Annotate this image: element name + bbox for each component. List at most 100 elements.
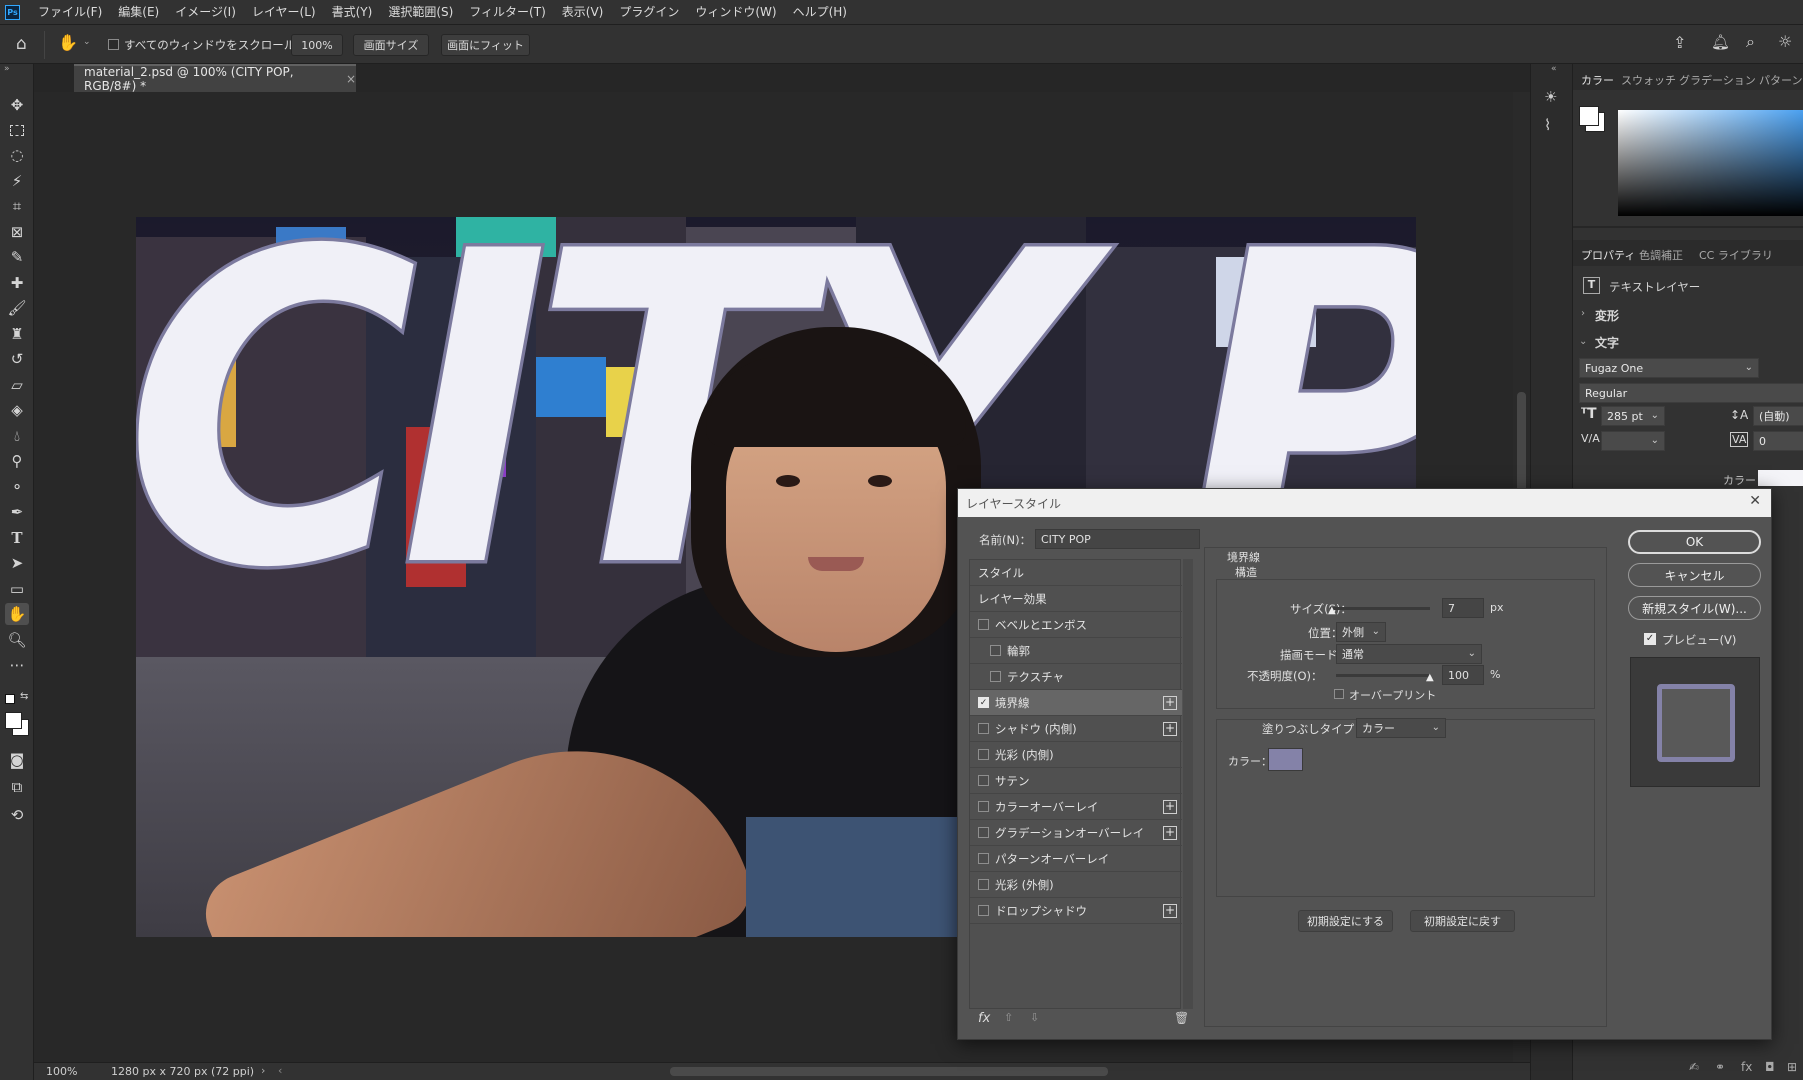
style-list-item[interactable]: 輪郭 (970, 638, 1182, 664)
style-list-item[interactable]: テクスチャ (970, 664, 1182, 690)
generative-fill-icon[interactable]: ⟲ (5, 804, 29, 826)
style-list-item[interactable]: 光彩 (内側) (970, 742, 1182, 768)
search-icon[interactable]: ⌕ (1746, 32, 1755, 52)
tool-preset-chevron-down-icon[interactable]: ⌄ (83, 37, 91, 47)
bell-icon[interactable]: 🔔︎ (1711, 33, 1730, 51)
add-effect-plus-icon[interactable]: + (1163, 799, 1177, 814)
style-checkbox[interactable] (978, 723, 989, 734)
clone-stamp-tool-icon[interactable]: ♜ (5, 323, 29, 345)
font-size-field[interactable]: 285 pt ⌄ (1601, 406, 1665, 426)
reset-to-default-button[interactable]: 初期設定に戻す (1410, 910, 1515, 932)
style-list-item[interactable]: カラーオーバーレイ + (970, 794, 1182, 820)
menu-window[interactable]: ウィンドウ(W) (687, 0, 784, 24)
opacity-input[interactable]: 100 (1442, 665, 1484, 685)
fit-screen-button[interactable]: 画面にフィット (441, 34, 530, 56)
adjust-panel-icon[interactable]: ☀︎ (1544, 88, 1557, 106)
add-effect-plus-icon[interactable]: + (1163, 721, 1177, 736)
style-list-item[interactable]: サテン (970, 768, 1182, 794)
dialog-close-icon[interactable]: ✕ (1749, 493, 1761, 509)
text-color-swatch[interactable] (1758, 470, 1803, 486)
vertical-scroll-thumb[interactable] (1517, 392, 1526, 492)
style-list-item[interactable]: ベベルとエンボス (970, 612, 1182, 638)
cancel-button[interactable]: キャンセル (1628, 563, 1761, 587)
eyedropper-tool-icon[interactable]: ✎ (5, 246, 29, 268)
tracking-field[interactable]: 0 (1753, 431, 1803, 451)
fill-type-select[interactable]: カラー ⌄ (1356, 718, 1446, 738)
style-checkbox[interactable] (978, 775, 989, 786)
tab-color[interactable]: カラー (1581, 72, 1614, 88)
menu-image[interactable]: イメージ(I) (167, 0, 244, 24)
style-list-item[interactable]: ✓ 境界線 + (970, 690, 1182, 716)
font-family-select[interactable]: Fugaz One ⌄ (1579, 358, 1759, 378)
menu-type[interactable]: 書式(Y) (324, 0, 381, 24)
sponge-tool-icon[interactable]: ⚬ (5, 476, 29, 498)
style-checkbox[interactable] (978, 853, 989, 864)
style-list-item[interactable]: スタイル (970, 560, 1182, 586)
quick-mask-icon[interactable]: ◙ (5, 749, 29, 771)
style-list-item[interactable]: グラデーションオーバーレイ + (970, 820, 1182, 846)
brush-icon[interactable]: ✍ (1689, 1060, 1699, 1074)
overprint-checkbox[interactable] (1334, 689, 1344, 699)
add-effect-plus-icon[interactable]: + (1163, 825, 1177, 840)
mask-icon[interactable]: ◘ (1765, 1060, 1775, 1074)
document-tab-close-icon[interactable]: × (346, 72, 356, 86)
style-checkbox[interactable] (978, 827, 989, 838)
character-collapse-chevron-icon[interactable]: ⌄ (1579, 336, 1587, 347)
style-list-scrollbar[interactable] (1183, 559, 1193, 1009)
tab-properties[interactable]: プロパティ (1581, 247, 1635, 263)
lasso-tool-icon[interactable]: ◌ (5, 144, 29, 166)
opacity-slider-thumb[interactable]: ▲ (1426, 672, 1434, 683)
tab-cc-libraries[interactable]: CC ライブラリ (1699, 247, 1773, 263)
type-tool-icon[interactable]: T (5, 527, 29, 549)
brush-settings-icon[interactable]: ⌇ (1544, 116, 1551, 134)
size-slider-track[interactable] (1330, 607, 1430, 610)
style-checkbox[interactable] (978, 749, 989, 760)
add-effect-plus-icon[interactable]: + (1163, 903, 1177, 918)
zoom-tool-icon[interactable]: 🔍︎ (5, 629, 29, 651)
menu-file[interactable]: ファイル(F) (30, 0, 110, 24)
screen-mode-icon[interactable]: ⧉ (5, 776, 29, 798)
crop-tool-icon[interactable]: ⌗ (5, 195, 29, 217)
marquee-tool-icon[interactable] (5, 119, 29, 141)
trash-icon[interactable]: 🗑︎ (1174, 1011, 1189, 1025)
leading-field[interactable]: (自動) (1753, 406, 1803, 426)
frame-tool-icon[interactable]: ⊠ (5, 221, 29, 243)
style-checkbox[interactable] (990, 671, 1001, 682)
tab-patterns[interactable]: パターン (1759, 72, 1802, 88)
size-slider-thumb[interactable]: ▲ (1328, 605, 1336, 616)
swap-colors-icon[interactable]: ⇆ (20, 691, 28, 702)
menu-select[interactable]: 選択範囲(S) (380, 0, 461, 24)
tab-swatches[interactable]: スウォッチ (1621, 72, 1676, 88)
tab-gradients[interactable]: グラデーション (1679, 72, 1756, 88)
menu-layer[interactable]: レイヤー(L) (244, 0, 324, 24)
foreground-color-chip[interactable] (1579, 106, 1599, 126)
size-input[interactable]: 7 (1442, 598, 1484, 618)
pen-tool-icon[interactable]: ✒ (5, 501, 29, 523)
menu-plugins[interactable]: プラグイン (611, 0, 687, 24)
make-default-button[interactable]: 初期設定にする (1298, 910, 1393, 932)
transform-section-label[interactable]: 変形 (1595, 307, 1619, 324)
scroll-all-checkbox[interactable] (108, 39, 119, 53)
path-selection-tool-icon[interactable]: ➤ (5, 552, 29, 574)
lightbulb-icon[interactable]: ☼ (1778, 32, 1792, 51)
menu-help[interactable]: ヘルプ(H) (785, 0, 855, 24)
ok-button[interactable]: OK (1628, 530, 1761, 554)
eraser-tool-icon[interactable]: ▱ (5, 374, 29, 396)
blur-tool-icon[interactable]: 💧︎ (5, 425, 29, 447)
scroll-left-icon[interactable]: ‹ (278, 1064, 282, 1077)
horizontal-scroll-thumb[interactable] (670, 1067, 1108, 1076)
kerning-field[interactable]: ⌄ (1601, 431, 1665, 451)
new-layer-icon[interactable]: ⊞ (1787, 1060, 1797, 1074)
move-down-icon[interactable]: ⇩ (1030, 1011, 1039, 1024)
style-list-item[interactable]: 光彩 (外側) (970, 872, 1182, 898)
move-tool-icon[interactable]: ✥ (5, 94, 29, 116)
document-tab[interactable]: material_2.psd @ 100% (CITY POP, RGB/8#)… (74, 64, 356, 93)
style-checkbox[interactable] (978, 801, 989, 812)
link-icon[interactable]: ⚭ (1715, 1060, 1725, 1074)
style-checkbox[interactable]: ✓ (978, 697, 989, 708)
collapse-panels-icon[interactable]: « (1551, 64, 1557, 74)
font-style-select[interactable]: Regular (1579, 383, 1803, 403)
menu-filter[interactable]: フィルター(T) (461, 0, 553, 24)
style-list-item[interactable]: パターンオーバーレイ (970, 846, 1182, 872)
dodge-tool-icon[interactable]: ⚲ (5, 450, 29, 472)
